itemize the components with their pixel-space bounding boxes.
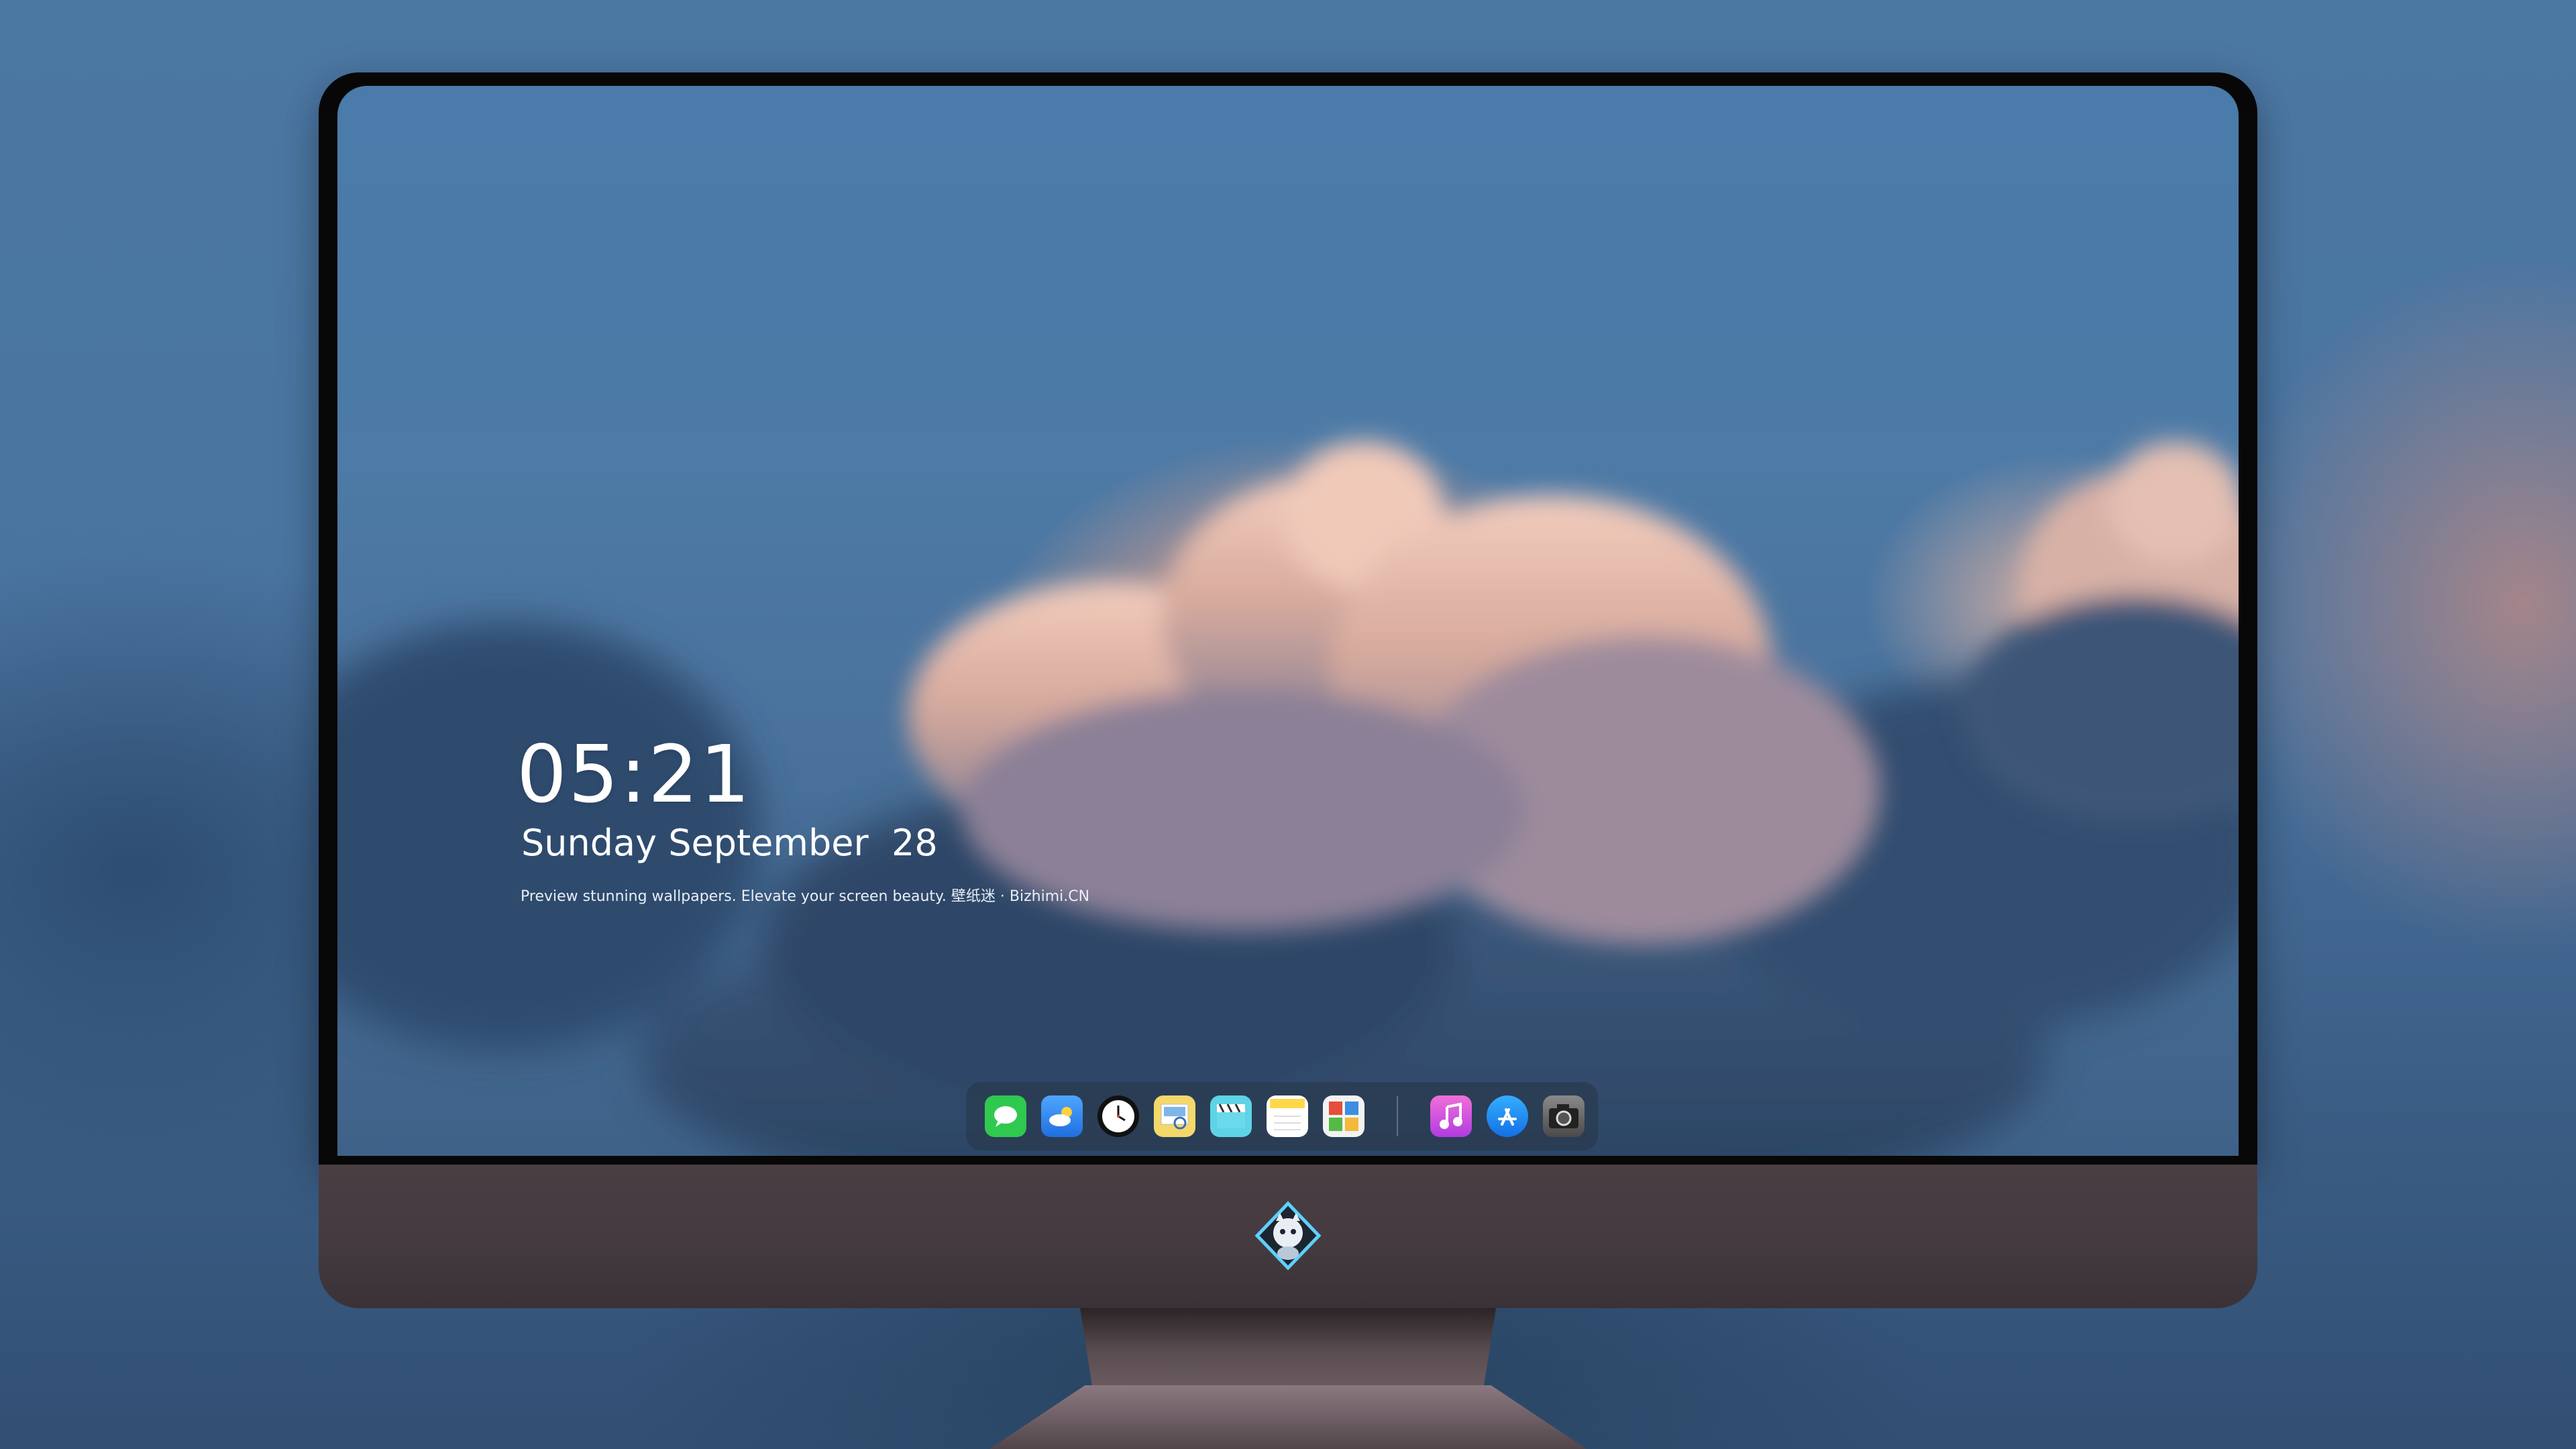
clock-icon[interactable] bbox=[1097, 1095, 1139, 1137]
cloud-wallpaper bbox=[337, 441, 2239, 1156]
itunes-icon[interactable] bbox=[1430, 1095, 1472, 1137]
camera-icon[interactable] bbox=[1543, 1095, 1585, 1137]
dock bbox=[966, 1082, 1598, 1150]
photo-booth-icon[interactable] bbox=[1323, 1095, 1364, 1137]
preview-icon[interactable] bbox=[1154, 1095, 1195, 1137]
mascot-logo-icon bbox=[1253, 1201, 1323, 1271]
app-store-icon[interactable] bbox=[1487, 1095, 1528, 1137]
dock-separator bbox=[1397, 1096, 1398, 1136]
notes-icon[interactable] bbox=[1267, 1095, 1308, 1137]
lockscreen-tagline: Preview stunning wallpapers. Elevate you… bbox=[521, 888, 1090, 905]
lockscreen-time: 05:21 bbox=[517, 728, 752, 820]
monitor-screen bbox=[337, 86, 2239, 1156]
weather-icon[interactable] bbox=[1041, 1095, 1083, 1137]
monitor-stand-base bbox=[989, 1385, 1587, 1449]
messages-icon[interactable] bbox=[985, 1095, 1026, 1137]
lockscreen-date: Sunday September 28 bbox=[521, 822, 938, 864]
monitor-stand-neck bbox=[1080, 1308, 1496, 1389]
clips-icon[interactable] bbox=[1210, 1095, 1252, 1137]
